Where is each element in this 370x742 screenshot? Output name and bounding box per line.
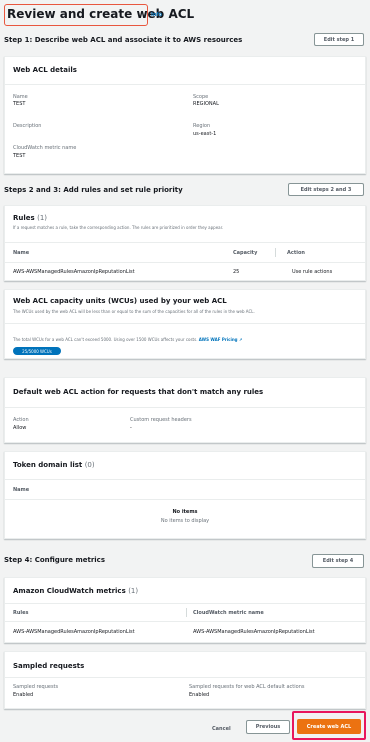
col-capacity: Capacity	[233, 250, 258, 256]
sampled-default-label: Sampled requests for web ACL default act…	[189, 684, 305, 690]
step1-heading: Step 1: Describe web ACL and associate i…	[4, 36, 243, 44]
divider	[5, 84, 365, 85]
no-items-sub: No items to display	[160, 518, 210, 524]
external-link-icon: ↗	[237, 337, 243, 342]
no-items: No items	[172, 509, 198, 515]
sampled-default-value: Enabled	[189, 692, 210, 698]
divider	[5, 499, 365, 500]
wcu-badge: 25/5000 WCUs	[13, 347, 61, 355]
edit-step2-button[interactable]: Edit steps 2 and 3	[288, 183, 364, 196]
headers-label: Custom request headers	[130, 417, 192, 423]
action-label: Action	[13, 417, 29, 423]
col-rules: Rules	[13, 610, 29, 616]
token-count: (0)	[84, 461, 95, 469]
scope-label: Scope	[193, 94, 209, 100]
wcu-description: The WCUs used by the web ACL will be les…	[13, 309, 255, 314]
cloudwatch-title-text: Amazon CloudWatch metrics	[13, 587, 126, 595]
sampled-title: Sampled requests	[13, 662, 85, 670]
create-web-acl-button[interactable]: Create web ACL	[297, 719, 361, 734]
divider	[5, 603, 365, 604]
token-domain-card: Token domain list (0) Name No items No i…	[4, 451, 366, 539]
col-separator	[186, 608, 187, 617]
col-separator	[275, 248, 276, 257]
divider	[5, 323, 365, 324]
divider	[5, 407, 365, 408]
info-link[interactable]: Info	[151, 12, 162, 18]
region-value: us-east-1	[193, 131, 217, 137]
cloudwatch-metrics-card: Amazon CloudWatch metrics (1) Rules Clou…	[4, 577, 366, 643]
scope-value: REGIONAL	[193, 101, 219, 107]
rule-row-action: Use rule actions	[292, 269, 333, 275]
sampled-requests-card: Sampled requests Sampled requests Enable…	[4, 651, 366, 709]
rules-description: If a request matches a rule, take the co…	[13, 225, 224, 230]
default-action-card: Default web ACL action for requests that…	[4, 377, 366, 443]
description-label: Description	[13, 123, 42, 129]
cancel-button[interactable]: Cancel	[212, 726, 231, 732]
token-col-name: Name	[13, 487, 30, 493]
step4-heading: Step 4: Configure metrics	[4, 556, 105, 564]
wcu-title: Web ACL capacity units (WCUs) used by yo…	[13, 297, 227, 305]
divider	[5, 621, 365, 622]
sampled-label: Sampled requests	[13, 684, 59, 690]
web-acl-details-card: Web ACL details Name TEST Description Cl…	[4, 56, 366, 174]
divider	[5, 262, 365, 263]
step2-heading: Steps 2 and 3: Add rules and set rule pr…	[4, 186, 183, 194]
sampled-value: Enabled	[13, 692, 34, 698]
divider	[5, 479, 365, 480]
metric-value: TEST	[13, 153, 26, 159]
page-title: Review and create web ACL	[7, 7, 195, 21]
rules-card: Rules (1) If a request matches a rule, t…	[4, 205, 366, 281]
name-label: Name	[13, 94, 28, 100]
cloudwatch-count: (1)	[128, 587, 139, 595]
cloudwatch-title: Amazon CloudWatch metrics (1)	[13, 587, 138, 595]
token-title: Token domain list (0)	[13, 461, 95, 469]
divider	[5, 242, 365, 243]
col-name: Name	[13, 250, 30, 256]
edit-step1-button[interactable]: Edit step 1	[314, 33, 364, 46]
rule-row-name: AWS-AWSManagedRulesAmazonIpReputationLis…	[13, 269, 135, 275]
default-action-title: Default web ACL action for requests that…	[13, 388, 264, 396]
edit-step4-button[interactable]: Edit step 4	[312, 554, 364, 568]
rules-title-text: Rules	[13, 214, 35, 222]
web-acl-details-title: Web ACL details	[13, 66, 77, 74]
name-value: TEST	[13, 101, 26, 107]
aws-waf-pricing-link[interactable]: AWS WAF Pricing	[199, 337, 238, 342]
metric-label: CloudWatch metric name	[13, 145, 77, 151]
previous-button[interactable]: Previous	[246, 720, 290, 734]
metric-row-name: AWS-AWSManagedRulesAmazonIpReputationLis…	[193, 629, 315, 635]
wcu-note-text: The total WCUs for a web ACL can't excee…	[13, 337, 198, 342]
rule-row-capacity: 25	[233, 269, 240, 275]
metric-row-rule: AWS-AWSManagedRulesAmazonIpReputationLis…	[13, 629, 135, 635]
headers-value: -	[130, 425, 132, 431]
action-value: Allow	[13, 425, 27, 431]
divider	[5, 677, 365, 678]
wcu-note: The total WCUs for a web ACL can't excee…	[13, 337, 242, 342]
rules-count: (1)	[37, 214, 48, 222]
col-metric-name: CloudWatch metric name	[193, 610, 264, 616]
wcu-card: Web ACL capacity units (WCUs) used by yo…	[4, 289, 366, 359]
region-label: Region	[193, 123, 211, 129]
token-title-text: Token domain list	[13, 461, 83, 469]
col-action: Action	[287, 250, 305, 256]
rules-title: Rules (1)	[13, 214, 47, 222]
